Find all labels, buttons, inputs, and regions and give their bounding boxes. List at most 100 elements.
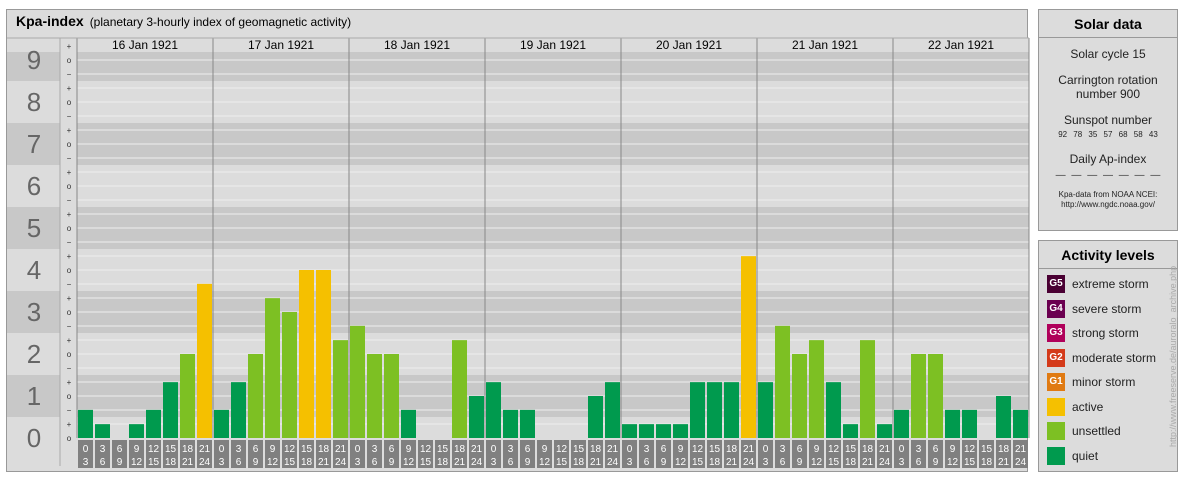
kp-bar <box>180 354 195 438</box>
kp-bar <box>724 382 739 438</box>
hour-end-label: 15 <box>420 457 432 468</box>
hour-start-label: 15 <box>709 444 721 455</box>
hour-end-label: 18 <box>437 457 449 468</box>
kp-bar <box>265 298 280 438</box>
legend-swatch <box>1047 446 1065 465</box>
minor-tick-label: + <box>67 42 72 51</box>
hour-start-label: 21 <box>471 444 483 455</box>
y-tick-label: 7 <box>27 129 41 159</box>
kp-bar <box>146 409 161 438</box>
hour-end-label: 3 <box>899 457 905 468</box>
minor-tick-label: − <box>67 112 72 121</box>
sunspot-heading: Sunspot number <box>1063 113 1153 127</box>
kp-bar <box>758 382 773 438</box>
hour-start-label: 18 <box>862 444 874 455</box>
hour-start-label: 0 <box>83 444 89 455</box>
legend-swatch: G2 <box>1047 348 1065 367</box>
solar-data-heading: Solar data <box>1039 10 1177 38</box>
minor-tick-label: o <box>67 308 72 317</box>
minor-tick-label: − <box>67 280 72 289</box>
kp-bar <box>656 424 671 438</box>
hour-start-label: 21 <box>743 444 755 455</box>
hour-end-label: 15 <box>556 457 568 468</box>
kp-bar <box>809 340 824 438</box>
minor-tick-label: o <box>67 98 72 107</box>
kp-bar <box>996 396 1011 438</box>
legend-label: extreme storm <box>1072 277 1149 291</box>
kp-bar <box>962 409 977 438</box>
hour-end-label: 15 <box>828 457 840 468</box>
minor-tick-label: o <box>67 266 72 275</box>
hour-start-label: 15 <box>437 444 449 455</box>
hour-end-label: 12 <box>403 457 415 468</box>
hour-start-label: 3 <box>372 444 378 455</box>
legend-swatch <box>1047 397 1065 416</box>
activity-levels-panel: Activity levels G5 extreme storm G4 severe … <box>1038 240 1178 472</box>
kp-bar <box>945 409 960 438</box>
hour-end-label: 6 <box>916 457 922 468</box>
hour-start-label: 21 <box>1015 444 1027 455</box>
kp-bar <box>775 325 790 438</box>
hour-end-label: 9 <box>797 457 803 468</box>
y-tick-label: 8 <box>27 87 41 117</box>
minor-tick-label: + <box>67 378 72 387</box>
minor-tick-label: + <box>67 336 72 345</box>
hour-start-label: 0 <box>491 444 497 455</box>
legend-label: strong storm <box>1072 326 1139 340</box>
hour-end-label: 9 <box>661 457 667 468</box>
kp-bar <box>333 340 348 438</box>
kp-bar <box>826 382 841 438</box>
ap-heading: Daily Ap-index <box>1069 152 1147 166</box>
kp-bar <box>792 354 807 438</box>
y-tick-label: 3 <box>27 297 41 327</box>
hour-end-label: 9 <box>933 457 939 468</box>
minor-tick-label: − <box>67 70 72 79</box>
legend-label: unsettled <box>1072 424 1121 438</box>
hour-start-label: 9 <box>542 444 548 455</box>
hour-start-label: 21 <box>879 444 891 455</box>
hour-start-label: 3 <box>916 444 922 455</box>
hour-start-label: 3 <box>236 444 242 455</box>
minor-tick-label: o <box>67 56 72 65</box>
minor-tick-label: o <box>67 392 72 401</box>
hour-start-label: 18 <box>726 444 738 455</box>
kp-bar <box>741 256 756 438</box>
kp-bar <box>78 409 93 438</box>
day-label: 18 Jan 1921 <box>384 38 450 52</box>
hour-start-label: 18 <box>182 444 194 455</box>
hour-end-label: 12 <box>131 457 143 468</box>
kp-bar <box>350 325 365 438</box>
kp-bar <box>622 424 637 438</box>
hour-start-label: 18 <box>998 444 1010 455</box>
hour-end-label: 9 <box>117 457 123 468</box>
hour-end-label: 24 <box>335 457 347 468</box>
kp-bar <box>1013 409 1028 438</box>
hour-end-label: 3 <box>83 457 89 468</box>
minor-tick-label: − <box>67 196 72 205</box>
kp-bar <box>860 340 875 438</box>
kp-bar <box>605 382 620 438</box>
hour-end-label: 3 <box>627 457 633 468</box>
hour-end-label: 18 <box>573 457 585 468</box>
hour-start-label: 6 <box>117 444 123 455</box>
minor-tick-label: + <box>67 84 72 93</box>
hour-end-label: 6 <box>780 457 786 468</box>
hour-start-label: 3 <box>644 444 650 455</box>
y-tick-label: 6 <box>27 171 41 201</box>
day-label: 22 Jan 1921 <box>928 38 994 52</box>
legend-swatch: G3 <box>1047 324 1065 342</box>
kp-bar <box>248 354 263 438</box>
hour-end-label: 12 <box>675 457 687 468</box>
kp-bar <box>520 409 535 438</box>
hour-end-label: 6 <box>508 457 514 468</box>
hour-end-label: 6 <box>644 457 650 468</box>
hour-start-label: 12 <box>964 444 976 455</box>
kp-bar <box>469 396 484 438</box>
hour-end-label: 3 <box>763 457 769 468</box>
hour-end-label: 21 <box>998 457 1010 468</box>
hour-start-label: 12 <box>828 444 840 455</box>
hour-start-label: 0 <box>355 444 361 455</box>
y-tick-label: 4 <box>27 255 41 285</box>
hour-start-label: 9 <box>270 444 276 455</box>
watermark-url: http://www.freeserve.de/auroralo_archive… <box>1168 265 1178 447</box>
